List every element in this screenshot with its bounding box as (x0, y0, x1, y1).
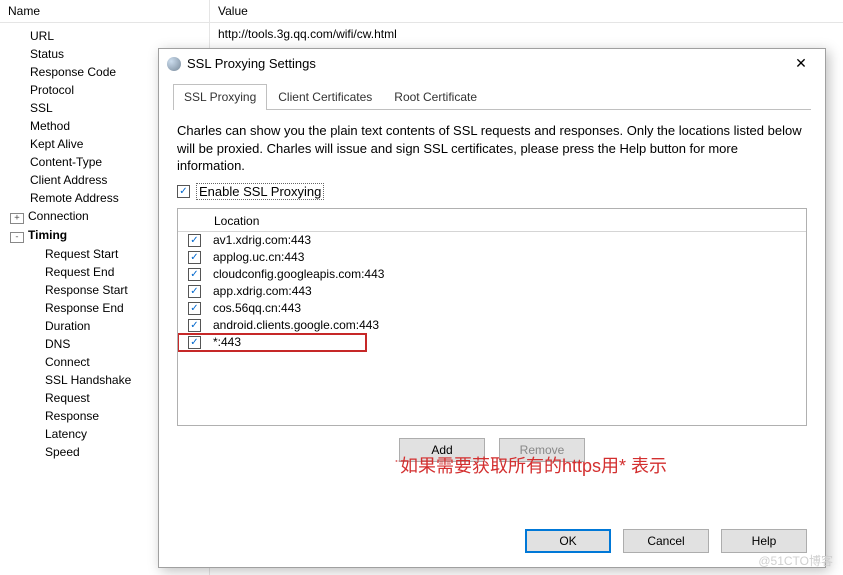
locations-list: Location ✓ av1.xdrig.com:443 ✓ applog.uc.c… (177, 208, 807, 426)
location-text: av1.xdrig.com:443 (213, 233, 311, 247)
location-text: cloudconfig.googleapis.com:443 (213, 267, 384, 281)
description-text: Charles can show you the plain text cont… (159, 110, 825, 181)
tab-ssl-proxying[interactable]: SSL Proxying (173, 84, 267, 110)
dialog-title: SSL Proxying Settings (187, 56, 316, 71)
app-icon (167, 57, 181, 71)
dialog-titlebar[interactable]: SSL Proxying Settings ✕ (159, 49, 825, 78)
tab-root-certificate[interactable]: Root Certificate (383, 84, 488, 110)
ok-button[interactable]: OK (525, 529, 611, 553)
enable-ssl-proxying-label: Enable SSL Proxying (196, 183, 324, 200)
cancel-button[interactable]: Cancel (623, 529, 709, 553)
tab-client-certificates[interactable]: Client Certificates (267, 84, 383, 110)
list-item[interactable]: ✓ android.clients.google.com:443 (178, 317, 806, 334)
add-button[interactable]: Add (399, 438, 485, 462)
list-item[interactable]: ✓ cloudconfig.googleapis.com:443 (178, 266, 806, 283)
checkbox-icon[interactable]: ✓ (188, 302, 201, 315)
checkbox-icon[interactable]: ✓ (188, 251, 201, 264)
column-value-header: Value (210, 0, 843, 23)
close-icon[interactable]: ✕ (785, 55, 817, 72)
checkbox-icon[interactable]: ✓ (188, 336, 201, 349)
url-value: http://tools.3g.qq.com/wifi/cw.html (210, 23, 843, 45)
locations-header: Location (178, 209, 806, 232)
list-item-wildcard[interactable]: ✓ *:443 (178, 334, 366, 351)
checkbox-icon[interactable]: ✓ (188, 234, 201, 247)
location-text: cos.56qq.cn:443 (213, 301, 301, 315)
collapse-icon[interactable]: - (10, 232, 24, 243)
list-item[interactable]: ✓ app.xdrig.com:443 (178, 283, 806, 300)
location-text: android.clients.google.com:443 (213, 318, 379, 332)
location-text: app.xdrig.com:443 (213, 284, 312, 298)
enable-ssl-proxying-checkbox[interactable]: ✓ (177, 185, 190, 198)
remove-button[interactable]: Remove (499, 438, 585, 462)
tab-bar: SSL Proxying Client Certificates Root Ce… (173, 84, 811, 110)
expand-icon[interactable]: + (10, 213, 24, 224)
location-text: applog.uc.cn:443 (213, 250, 304, 264)
tree-url[interactable]: URL (0, 27, 209, 45)
ssl-proxying-settings-dialog: SSL Proxying Settings ✕ SSL Proxying Cli… (158, 48, 826, 568)
tree-label: Timing (28, 228, 67, 242)
location-text: *:443 (213, 335, 241, 349)
checkbox-icon[interactable]: ✓ (188, 319, 201, 332)
tree-label: Connection (28, 209, 89, 223)
checkbox-icon[interactable]: ✓ (188, 268, 201, 281)
list-item[interactable]: ✓ cos.56qq.cn:443 (178, 300, 806, 317)
help-button[interactable]: Help (721, 529, 807, 553)
list-item[interactable]: ✓ av1.xdrig.com:443 (178, 232, 806, 249)
watermark: @51CTO博客 (758, 552, 833, 569)
list-item[interactable]: ✓ applog.uc.cn:443 (178, 249, 806, 266)
column-name-header: Name (0, 0, 209, 23)
checkbox-icon[interactable]: ✓ (188, 285, 201, 298)
